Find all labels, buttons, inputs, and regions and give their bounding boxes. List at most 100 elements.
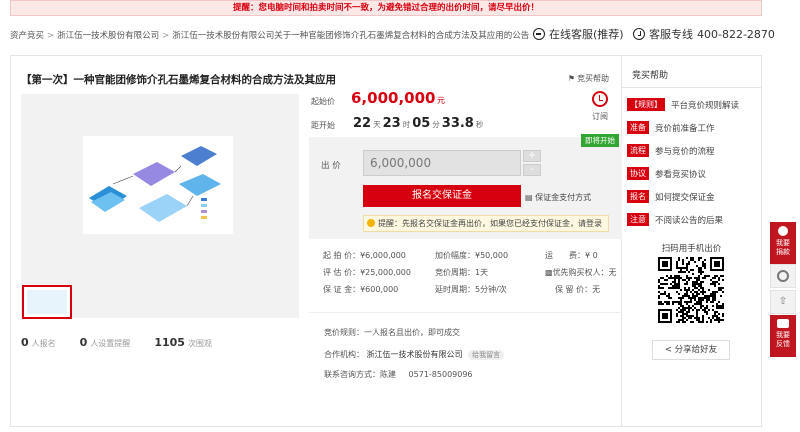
detail-valuation: 评 估 价：¥25,000,000 xyxy=(323,268,411,277)
partner-name[interactable]: 浙江伍一技术股份有限公司 xyxy=(367,350,463,359)
stat-reminders: 0 人设置提醒 xyxy=(80,336,131,349)
help-item-label: 竞价前准备工作 xyxy=(655,123,715,134)
help-item-tag: 准备 xyxy=(627,121,649,134)
float-service-button[interactable] xyxy=(770,264,796,288)
graduation-cap-icon: ⚑ xyxy=(567,74,575,83)
countdown-minutes-unit: 分 xyxy=(432,120,440,129)
partner-agency: 合作机构： 浙江伍一技术股份有限公司 给我留言 xyxy=(324,349,505,360)
help-item-tag: 流程 xyxy=(627,144,649,157)
help-item-rules[interactable]: 【规则】 平台竞价规则解读 xyxy=(627,98,739,111)
stat-count: 1105 xyxy=(154,336,185,349)
help-item-process[interactable]: 流程 参与竞价的流程 xyxy=(627,144,715,157)
help-item-tag: 协议 xyxy=(627,167,649,180)
share-button[interactable]: < 分享给好友 xyxy=(652,340,730,360)
subscribe-reminder-button[interactable]: 订阅 xyxy=(581,91,619,122)
breadcrumb: 资产竞买 > 浙江伍一技术股份有限公司 > 浙江伍一技术股份有限公司关于一种官能团修饰介… xyxy=(10,29,529,41)
qr-code xyxy=(658,257,724,323)
help-item-preparation[interactable]: 准备 竞价前准备工作 xyxy=(627,121,715,134)
share-icon: < xyxy=(664,345,672,355)
feedback-label: 我要 反馈 xyxy=(776,331,790,348)
detail-start-price: 起 拍 价：¥6,000,000 xyxy=(323,251,406,260)
stat-signups: 0 人报名 xyxy=(21,336,56,349)
detail-delay: 延时周期：5分钟/次 xyxy=(435,285,507,294)
divider xyxy=(622,87,761,88)
back-to-top-button[interactable]: ⇧ xyxy=(770,290,796,314)
deposit-payment-method-link[interactable]: ▤ 保证金支付方式 xyxy=(525,192,591,203)
stat-count: 0 xyxy=(79,336,88,349)
countdown-days-unit: 天 xyxy=(373,120,381,129)
breadcrumb-separator: > xyxy=(162,31,170,41)
priority-text: 优先购买权人：无 xyxy=(552,268,617,277)
detail-cycle: 竞价周期：1天 xyxy=(435,268,489,277)
phone-icon xyxy=(633,28,645,40)
payment-method-label: 保证金支付方式 xyxy=(535,193,592,202)
help-item-label: 平台竞价规则解读 xyxy=(671,100,740,111)
priority-icon: ▩ xyxy=(545,268,553,277)
stat-label: 人报名 xyxy=(31,339,56,348)
help-item-tag: 注意 xyxy=(627,213,649,226)
help-item-notice[interactable]: 注意 不阅读公告的后果 xyxy=(627,213,723,226)
contact-label: 联系咨询方式：陈建 xyxy=(324,370,396,379)
arrow-up-icon: ⇧ xyxy=(778,296,788,307)
help-item-deposit[interactable]: 报名 如何提交保证金 xyxy=(627,190,715,203)
bid-label: 出 价 xyxy=(321,161,341,171)
partner-label: 合作机构： xyxy=(324,350,364,359)
help-item-label: 不阅读公告的后果 xyxy=(655,215,724,226)
thumbnail-preview xyxy=(27,290,67,314)
subscribe-label: 订阅 xyxy=(592,112,608,121)
image-thumbnail[interactable] xyxy=(22,285,72,319)
start-price-label: 起始价 xyxy=(311,97,335,106)
countdown-hours-unit: 时 xyxy=(402,120,411,129)
breadcrumb-home[interactable]: 资产竞买 xyxy=(10,31,44,41)
help-item-tag: 报名 xyxy=(627,190,649,203)
leave-message-button[interactable]: 给我留言 xyxy=(468,350,505,360)
help-item-label: 如何提交保证金 xyxy=(655,192,715,203)
donate-label: 我要 捐款 xyxy=(776,239,790,256)
detail-increment: 加价幅度：¥50,000 xyxy=(435,251,509,260)
status-badge: 即将开始 xyxy=(581,134,619,147)
online-service-link[interactable]: 在线客服(推荐) xyxy=(533,26,624,42)
bid-amount-input[interactable]: 6,000,000 xyxy=(363,150,521,176)
stat-label: 次围观 xyxy=(187,339,212,348)
countdown-timer: 22 天 23 时 05 分 33.8 秒 xyxy=(353,116,485,131)
hotline-label: 客服专线 xyxy=(649,28,693,41)
countdown-label: 距开始 xyxy=(311,121,335,130)
help-panel: 竞买帮助 【规则】 平台竞价规则解读 准备 竞价前准备工作 流程 参与竞价的流程 协议… xyxy=(622,55,762,427)
breadcrumb-current: 浙江伍一技术股份有限公司关于一种官能团修饰介孔石墨烯复合材料的合成方法及其应用的… xyxy=(172,31,530,41)
countdown-seconds-unit: 秒 xyxy=(475,120,484,129)
start-price-value: 6,000,000 xyxy=(351,89,436,107)
help-item-label: 参看竞买协议 xyxy=(655,169,707,180)
contact-info: 联系咨询方式：陈建 0571-85009096 xyxy=(324,369,473,380)
stat-count: 0 xyxy=(21,336,29,349)
divider xyxy=(309,312,622,313)
float-feedback-button[interactable]: 我要 反馈 xyxy=(770,315,796,357)
breadcrumb-company[interactable]: 浙江伍一技术股份有限公司 xyxy=(57,31,159,41)
detail-shipping: 运 费：¥ 0 xyxy=(545,251,598,260)
tip-text[interactable]: 提醒：先报名交保证金再出价，如果您已经支付保证金，请登录 xyxy=(378,219,602,228)
hotline: 客服专线 400-822-2870 xyxy=(633,26,775,42)
increase-bid-button[interactable]: + xyxy=(523,150,541,162)
bid-help-link[interactable]: ⚑ 竞买帮助 xyxy=(568,73,609,84)
contact-phone: 0571-85009096 xyxy=(408,370,473,379)
online-service-label: 在线客服(推荐) xyxy=(549,28,624,41)
stat-views: 1105 次围观 xyxy=(154,336,212,349)
countdown-seconds: 33.8 xyxy=(441,116,474,131)
alarm-clock-icon xyxy=(592,91,608,107)
decrease-bid-button[interactable]: - xyxy=(523,164,541,176)
start-price-unit: 元 xyxy=(437,96,445,105)
donate-icon xyxy=(778,226,788,236)
customer-service-icon xyxy=(777,270,789,282)
price-area: 起始价 6,000,000 元 距开始 22 天 23 时 05 分 33.8 秒 订阅 xyxy=(311,84,621,136)
float-donate-button[interactable]: 我要 捐款 xyxy=(770,222,796,264)
register-deposit-button[interactable]: 报名交保证金 xyxy=(363,185,521,207)
hotline-number: 400-822-2870 xyxy=(697,27,775,41)
time-warning-banner: 提醒：您电脑时间和拍卖时间不一致，为避免错过合理的出价时间，请尽早出价！ xyxy=(10,0,762,16)
bid-help-label: 竞买帮助 xyxy=(577,74,609,83)
bid-rule: 竞价规则：一人报名且出价，即可成交 xyxy=(324,328,460,337)
item-title: 【第一次】一种官能团修饰介孔石墨烯复合材料的合成方法及其应用 xyxy=(21,74,336,86)
stat-label: 人设置提醒 xyxy=(90,339,131,348)
help-item-agreement[interactable]: 协议 参看竞买协议 xyxy=(627,167,706,180)
login-tip: 提醒：先报名交保证金再出价，如果您已经支付保证金，请登录 xyxy=(363,215,609,232)
share-label: 分享给好友 xyxy=(674,345,718,355)
detail-retention-price: 保 留 价：无 xyxy=(555,285,601,294)
